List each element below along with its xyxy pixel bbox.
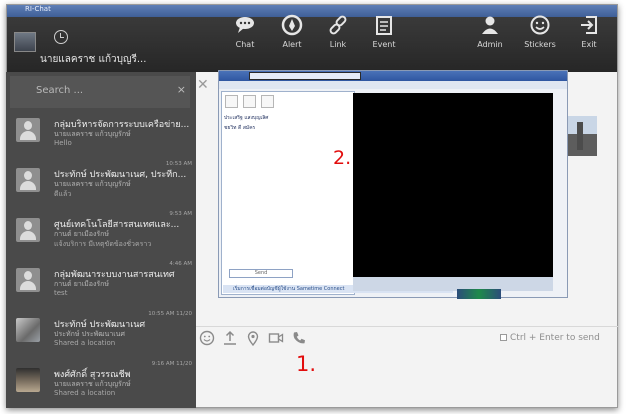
smiley-icon bbox=[199, 330, 215, 346]
location-pin-icon bbox=[247, 331, 259, 347]
conversation-preview: Hello bbox=[54, 139, 72, 147]
video-call-button[interactable] bbox=[268, 330, 284, 346]
alert-icon bbox=[281, 14, 303, 36]
admin-icon bbox=[482, 16, 498, 34]
avatar bbox=[16, 368, 40, 392]
chat-icon bbox=[236, 17, 254, 33]
user-name: นายแลคราช แก้วบุญรี... bbox=[40, 54, 147, 65]
nav-exit[interactable]: Exit bbox=[562, 14, 616, 64]
nav-exit-label: Exit bbox=[581, 40, 597, 49]
conversation-time: 10:55 AM 11/20 bbox=[148, 311, 192, 317]
ctrl-enter-label: Ctrl + Enter to send bbox=[510, 333, 600, 343]
screenshot-icon bbox=[261, 95, 274, 108]
list-item[interactable]: 4:46 AM กลุ่มพัฒนาระบบงานสารสนเทศ กานต์ … bbox=[6, 258, 196, 306]
screenshot-send-button: Send bbox=[229, 269, 293, 278]
conversation-sidebar: Search ... × กลุ่มบริหารจัดการระบบเครือข… bbox=[6, 72, 196, 408]
conversation-preview: Shared a location bbox=[54, 389, 116, 397]
screenshot-titlebar bbox=[219, 71, 567, 81]
screenshot-video-panel bbox=[353, 93, 553, 277]
conversation-preview: test bbox=[54, 289, 68, 297]
emoji-button[interactable] bbox=[199, 330, 215, 346]
shared-screenshot-image[interactable]: ประเสริฐ แสงบุญเลิศ ชยวิท ดี สมัคร Send … bbox=[218, 70, 568, 299]
voice-call-button[interactable] bbox=[291, 330, 307, 346]
upload-button[interactable] bbox=[222, 330, 238, 346]
screenshot-video-toolbar bbox=[353, 277, 553, 291]
list-item[interactable]: 9:53 AM ศูนย์เทคโนโลยีสารสนเทศและ... กาน… bbox=[6, 208, 196, 256]
screenshot-menubar bbox=[219, 81, 567, 89]
avatar bbox=[16, 168, 40, 192]
clear-search-icon[interactable]: × bbox=[177, 83, 186, 96]
ctrl-enter-checkbox[interactable] bbox=[500, 334, 507, 341]
upload-icon bbox=[224, 330, 236, 345]
avatar bbox=[16, 318, 40, 342]
screenshot-graph bbox=[457, 289, 501, 299]
avatar bbox=[16, 268, 40, 292]
nav-stickers-label: Stickers bbox=[524, 40, 556, 49]
nav-stickers[interactable]: Stickers bbox=[513, 14, 567, 64]
exit-icon bbox=[581, 16, 597, 34]
conversation-time: 9:16 AM 11/20 bbox=[151, 361, 192, 367]
nav-event-label: Event bbox=[372, 40, 396, 49]
event-icon bbox=[376, 16, 392, 35]
nav-chat-label: Chat bbox=[235, 40, 255, 49]
link-icon bbox=[329, 15, 347, 35]
list-item[interactable]: 10:55 AM 11/20 ประทักษ์ ประพัฒนาเนศ ประท… bbox=[6, 308, 196, 356]
location-button[interactable] bbox=[245, 330, 261, 347]
avatar bbox=[16, 218, 40, 242]
search-input[interactable]: Search ... bbox=[36, 85, 83, 96]
list-item[interactable]: 9:16 AM 11/20 พงศ์ศักดิ์ สุวรรณชีพ นายแล… bbox=[6, 358, 196, 406]
nav-chat[interactable]: Chat bbox=[218, 14, 272, 64]
nav-admin-label: Admin bbox=[477, 40, 503, 49]
avatar bbox=[16, 118, 40, 142]
video-camera-icon bbox=[268, 333, 284, 343]
screenshot-contact-list: ประเสริฐ แสงบุญเลิศ ชยวิท ดี สมัคร bbox=[221, 91, 355, 295]
compose-divider bbox=[196, 326, 618, 327]
conversation-preview: ดีแล้ว bbox=[54, 190, 72, 198]
conversation-preview: แจ้งบริการ มีเหตุขัดข้องชั่วคราว bbox=[54, 240, 152, 248]
annotation-marker-2: 2. bbox=[333, 147, 352, 169]
screenshot-icon bbox=[225, 95, 238, 108]
nav-event[interactable]: Event bbox=[357, 14, 411, 64]
phone-icon bbox=[293, 332, 305, 344]
close-icon[interactable]: ✕ bbox=[197, 77, 209, 93]
screenshot-highlight bbox=[249, 72, 361, 80]
screenshot-icon bbox=[243, 95, 256, 108]
user-profile-block[interactable]: นายแลคราช แก้วบุญรี... bbox=[6, 16, 196, 72]
clock-icon bbox=[54, 30, 68, 44]
search-box[interactable]: Search ... × bbox=[10, 76, 190, 108]
screenshot-contact-row: ประเสริฐ แสงบุญเลิศ bbox=[224, 115, 269, 121]
annotation-marker-1: 1. bbox=[296, 352, 317, 376]
window-title: RI-Chat bbox=[25, 5, 51, 13]
ctrl-enter-option[interactable]: Ctrl + Enter to send bbox=[500, 333, 600, 343]
screenshot-contact-row: ชยวิท ดี สมัคร bbox=[224, 125, 256, 131]
conversation-preview: Shared a location bbox=[54, 339, 116, 347]
sticker-icon bbox=[530, 15, 550, 35]
avatar[interactable] bbox=[14, 32, 36, 52]
list-item[interactable]: 10:53 AM ประทักษ์ ประพัฒนาเนศ, ประทีก...… bbox=[6, 158, 196, 206]
nav-admin[interactable]: Admin bbox=[463, 14, 517, 64]
list-item[interactable]: กลุ่มบริหารจัดการระบบเครือข่าย... นายแลค… bbox=[6, 108, 196, 156]
